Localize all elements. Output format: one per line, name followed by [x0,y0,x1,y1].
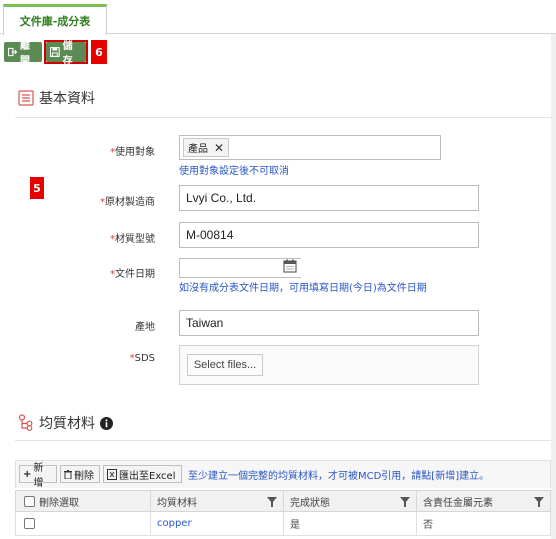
add-button[interactable]: + 新增 [19,463,57,489]
excel-icon [107,468,117,480]
column-label: 均質材料 [157,497,197,509]
document-list-icon [18,90,34,106]
column-label: 完成狀態 [290,497,330,509]
target-label: *使用對象 [110,147,155,158]
filter-icon[interactable] [534,497,544,507]
column-header-metal[interactable]: 含責任金屬元素 [417,490,551,512]
save-button[interactable]: 儲存 [46,41,86,67]
target-tag: 產品 ✕ [183,138,230,157]
manufacturer-label: *原材製造商 [100,197,155,208]
table-row-select-cell[interactable] [15,512,151,536]
table-cell-status: 是 [284,512,417,536]
hierarchy-icon [18,414,33,431]
export-button-label: 匯出至Excel [119,470,176,482]
tag-remove-icon[interactable]: ✕ [214,141,224,155]
material-heading: 均質材料 [18,413,113,433]
material-title: 均質材料 [39,416,95,432]
column-header-material[interactable]: 均質材料 [151,490,284,512]
leave-button[interactable]: 離開 [4,41,42,67]
export-excel-button[interactable]: 匯出至Excel [103,465,182,483]
info-icon[interactable] [100,416,113,430]
select-files-button[interactable]: Select files... [187,354,263,376]
filter-icon[interactable] [267,497,277,507]
column-header-delete-select[interactable]: 刪除選取 [15,490,151,512]
callout-marker-6: 6 [91,40,107,64]
table-cell-metal: 否 [417,512,551,536]
column-label: 刪除選取 [39,497,79,509]
sds-label: *SDS [129,353,155,364]
trash-icon [64,469,72,479]
doc-date-hint: 如沒有成分表文件日期，可用填寫日期(今日)為文件日期 [179,283,427,294]
basic-info-heading: 基本資料 [18,88,95,108]
origin-label: 產地 [135,322,155,333]
select-all-checkbox[interactable] [24,495,35,507]
calendar-icon [283,259,297,273]
column-header-status[interactable]: 完成狀態 [284,490,417,512]
filter-icon[interactable] [400,497,410,507]
origin-input[interactable]: Taiwan [179,310,479,336]
scrollbar[interactable] [551,34,556,539]
delete-button[interactable]: 刪除 [60,465,100,483]
doc-date-label: *文件日期 [110,269,155,280]
target-tag-label: 產品 [188,144,208,155]
exit-icon [8,47,17,57]
calendar-button[interactable] [282,258,300,276]
grid-notice: 至少建立一個完整的均質材料，才可被MCD引用，請點[新增]建立。 [188,471,490,482]
basic-info-title: 基本資料 [39,91,95,107]
model-label: *材質型號 [110,234,155,245]
material-divider [15,440,551,441]
plus-icon: + [23,468,32,480]
target-multiselect[interactable]: 產品 ✕ [179,135,441,160]
row-checkbox[interactable] [24,518,35,529]
model-input[interactable]: M-00814 [179,222,479,248]
target-hint: 使用對象設定後不可取消 [179,166,289,177]
add-button-label: 新增 [33,463,44,489]
save-button-label: 儲存 [62,41,73,67]
tab-composition-table[interactable]: 文件庫-成分表 [3,4,107,35]
section-divider [15,117,551,118]
save-icon [50,47,60,57]
manufacturer-input[interactable]: Lvyi Co., Ltd. [179,185,479,211]
delete-button-label: 刪除 [74,470,94,482]
column-label: 含責任金屬元素 [423,497,493,509]
leave-button-label: 離開 [20,41,30,67]
table-cell-material[interactable]: copper [151,512,284,536]
